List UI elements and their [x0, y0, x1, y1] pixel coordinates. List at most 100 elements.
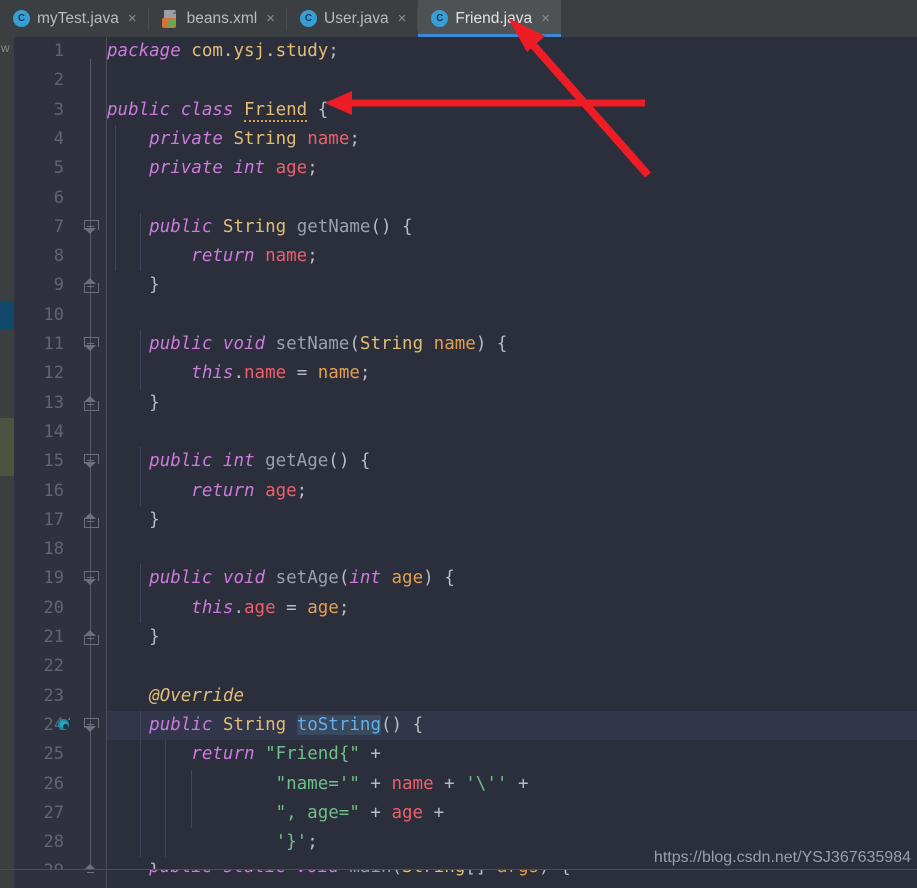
code-token: int: [349, 568, 392, 589]
code-token: =: [286, 363, 318, 384]
line-number: 11: [43, 334, 64, 354]
editor-tab-beans-xml[interactable]: beans.xml ×: [148, 0, 287, 37]
code-line[interactable]: private String name;: [107, 125, 917, 154]
fold-collapse-marker[interactable]: [84, 278, 99, 294]
code-token: return: [191, 246, 266, 267]
code-line[interactable]: return "Friend{" +: [107, 740, 917, 769]
code-token: String: [222, 216, 297, 237]
tab-close-icon[interactable]: ×: [541, 11, 550, 26]
code-line[interactable]: public String toString() {: [107, 711, 917, 740]
line-number: 26: [43, 773, 64, 794]
code-token: }: [107, 509, 160, 530]
line-number: 24: [43, 714, 64, 735]
code-token: age: [265, 480, 297, 501]
code-token: age: [275, 158, 308, 179]
tab-close-icon[interactable]: ×: [128, 11, 137, 26]
fold-expand-marker[interactable]: [84, 219, 99, 235]
code-line[interactable]: [107, 535, 917, 564]
code-token: ;: [338, 597, 350, 618]
code-token: ;: [307, 158, 318, 179]
line-number: 6: [53, 187, 64, 208]
code-line[interactable]: @Override: [107, 682, 917, 711]
code-token: private: [149, 128, 234, 149]
code-line[interactable]: }: [107, 271, 917, 300]
code-token: ;: [359, 363, 371, 384]
fold-expand-marker[interactable]: [84, 717, 99, 733]
code-line[interactable]: public class Friend {: [107, 96, 917, 125]
vcs-change-marker[interactable]: [0, 447, 14, 477]
code-line[interactable]: return age;: [107, 477, 917, 506]
code-line[interactable]: ", age=" + age +: [107, 799, 917, 828]
highlighted-method-name: toString: [296, 714, 381, 735]
code-line[interactable]: [107, 301, 917, 330]
code-line[interactable]: [107, 652, 917, 681]
code-token: age: [244, 597, 276, 618]
code-token: .: [233, 597, 244, 618]
code-token: }: [107, 392, 160, 413]
fold-expand-marker[interactable]: [84, 571, 99, 586]
code-line[interactable]: }: [107, 623, 917, 652]
code-line[interactable]: public String getName() {: [107, 213, 917, 242]
code-line[interactable]: public void setAge(int age) {: [107, 564, 917, 593]
code-content[interactable]: package com.ysj.study; public class Frien…: [107, 37, 917, 888]
vcs-change-marker[interactable]: [0, 300, 14, 330]
code-token: return: [191, 744, 266, 765]
code-line[interactable]: }: [107, 389, 917, 418]
code-line[interactable]: this.name = name;: [107, 359, 917, 388]
fold-collapse-marker[interactable]: [84, 630, 99, 645]
code-token: name: [307, 128, 350, 149]
fold-expand-marker[interactable]: [84, 454, 99, 469]
code-line[interactable]: [107, 66, 917, 95]
string-literal: '}': [275, 832, 308, 853]
code-editor[interactable]: w 1 2 3 4 5 6 7 8 9 10 11 12 13 14 15 16 17 18 19 20 21 22 23 2…: [0, 37, 917, 888]
line-number-gutter[interactable]: 1 2 3 4 5 6 7 8 9 10 11 12 13 14 15 16 17 18 19 20 21 22 23 24 2…: [14, 37, 76, 888]
code-token: name: [391, 773, 434, 794]
code-line[interactable]: return name;: [107, 242, 917, 271]
annotation-token: @Override: [149, 685, 244, 706]
tab-close-icon[interactable]: ×: [266, 11, 275, 26]
code-line[interactable]: [107, 418, 917, 447]
code-token: }: [107, 275, 160, 296]
editor-tab-mytest-java[interactable]: CmyTest.java ×: [0, 0, 148, 37]
line-number: 28: [43, 832, 64, 853]
code-line[interactable]: [107, 184, 917, 213]
code-token: age: [391, 802, 424, 823]
fold-collapse-marker[interactable]: [84, 395, 99, 411]
code-token: +: [423, 802, 445, 823]
line-number: 15: [43, 451, 64, 472]
code-line[interactable]: private int age;: [107, 154, 917, 183]
code-line[interactable]: "name='" + name + '\'' +: [107, 770, 917, 799]
code-token: }: [107, 627, 160, 647]
code-token: this: [191, 597, 234, 618]
line-number: 1: [53, 41, 64, 61]
code-line[interactable]: }: [107, 506, 917, 535]
code-line[interactable]: public void setName(String name) {: [107, 330, 917, 359]
fold-region-bar: [90, 59, 91, 888]
code-folding-gutter[interactable]: [70, 37, 106, 888]
line-number: 13: [43, 392, 64, 413]
code-line[interactable]: package com.ysj.study;: [107, 37, 917, 66]
code-token: =: [275, 597, 308, 618]
code-token: public: [149, 216, 223, 237]
line-number: 18: [43, 539, 64, 560]
code-token: () {: [328, 451, 371, 472]
vcs-change-marker[interactable]: [0, 417, 14, 448]
code-line[interactable]: public int getAge() {: [107, 447, 917, 476]
line-number: 14: [43, 421, 64, 442]
tab-close-icon[interactable]: ×: [398, 11, 407, 26]
fold-expand-marker[interactable]: [84, 337, 99, 352]
code-token: +: [359, 773, 392, 794]
editor-tab-bar: CmyTest.java × beans.xml × C User.java × C Frien…: [0, 0, 917, 37]
code-token: name: [317, 363, 360, 384]
editor-tab-user-java[interactable]: C User.java ×: [287, 0, 418, 37]
editor-tab-friend-java[interactable]: C Friend.java ×: [418, 0, 561, 37]
code-line[interactable]: this.age = age;: [107, 594, 917, 623]
fold-collapse-marker[interactable]: [84, 512, 99, 528]
